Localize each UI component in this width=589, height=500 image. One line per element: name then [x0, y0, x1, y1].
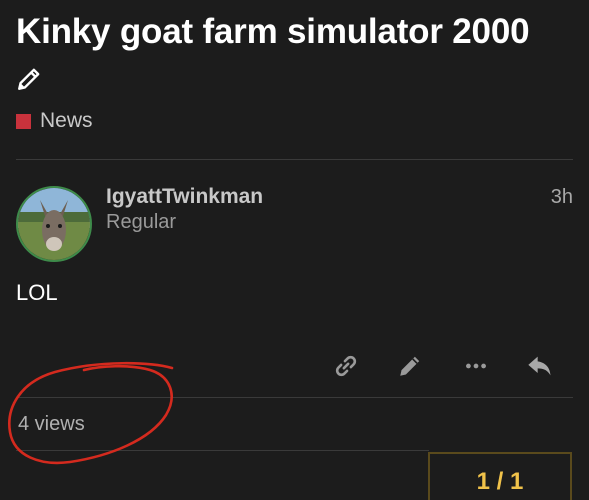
- hand-drawn-circle-annotation: [8, 361, 174, 465]
- category-badge[interactable]: News: [16, 108, 93, 134]
- link-icon: [333, 353, 359, 384]
- post-body: LOL: [16, 280, 58, 305]
- category-label: News: [40, 109, 93, 132]
- copy-link-button[interactable]: [327, 349, 365, 387]
- pencil-icon: [397, 353, 423, 384]
- post-user-title: Regular: [106, 211, 177, 233]
- divider: [16, 450, 429, 451]
- views-count: 4 views: [18, 413, 85, 435]
- edit-post-button[interactable]: [391, 349, 429, 387]
- topic-title[interactable]: Kinky goat farm simulator 2000: [16, 12, 530, 52]
- divider: [16, 159, 573, 160]
- timeline-scroller[interactable]: 1 / 1: [428, 452, 572, 500]
- divider: [16, 397, 573, 398]
- reply-icon: [526, 352, 554, 385]
- category-color-swatch: [16, 113, 31, 129]
- more-actions-button[interactable]: [457, 349, 495, 387]
- reply-button[interactable]: [521, 349, 559, 387]
- timeline-position: 1 / 1: [476, 468, 524, 495]
- avatar[interactable]: [16, 186, 92, 262]
- post-date[interactable]: 3h: [551, 186, 573, 209]
- post-username[interactable]: IgyattTwinkman: [106, 185, 263, 209]
- pencil-icon[interactable]: [16, 66, 42, 92]
- more-icon: [463, 353, 489, 384]
